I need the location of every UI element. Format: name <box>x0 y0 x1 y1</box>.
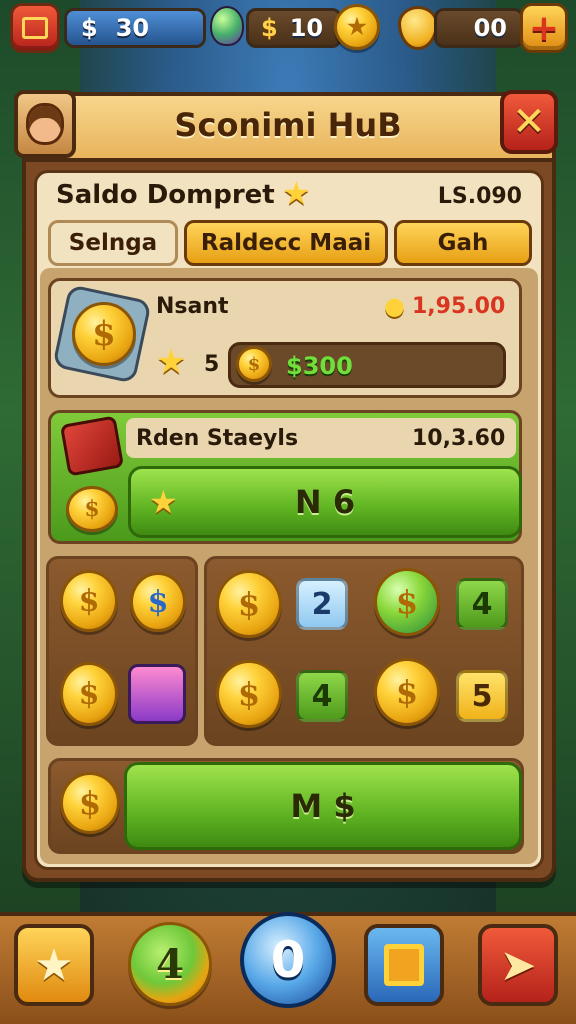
map-icon <box>22 17 48 39</box>
gem-counter: $ 10 <box>246 8 342 48</box>
player-avatar[interactable] <box>14 90 76 158</box>
dollar-coin-icon-2: $ <box>66 486 118 532</box>
purchase-label: M $ <box>290 787 356 825</box>
coin-item-1[interactable]: $ <box>60 570 118 632</box>
offer2-value: 10,3.60 <box>412 426 506 451</box>
nav-coin-button[interactable]: 4 <box>128 922 212 1006</box>
wallet-label: Saldo Dompret <box>56 180 275 210</box>
shield-value: 00 <box>473 14 507 42</box>
close-icon: ✕ <box>512 99 546 145</box>
tab-raldecc-maai[interactable]: Raldecc Maai <box>184 220 388 266</box>
coin-item-3[interactable]: $ <box>60 662 118 726</box>
box-icon <box>384 944 424 986</box>
close-button[interactable]: ✕ <box>500 90 558 154</box>
dollar-coin-icon-3: $ <box>60 772 120 834</box>
treasure-chest-icon[interactable] <box>128 664 186 724</box>
offer-label: Nsant <box>156 294 229 319</box>
count-badge-4a: 4 <box>456 578 508 630</box>
offer2-label: Rden Staeyls <box>136 426 299 451</box>
claim-button-n6[interactable]: ★ N 6 <box>128 466 522 538</box>
wallet-star-icon: ★ <box>282 174 311 212</box>
panel-title: Sconimi HuB <box>174 106 402 144</box>
coin-item-5[interactable]: $ <box>374 568 440 636</box>
gem-value: 10 <box>289 14 324 42</box>
shield-icon <box>398 6 438 50</box>
tab-label: Selnga <box>68 230 158 256</box>
home-icon-button[interactable] <box>10 3 60 53</box>
dollar-coin-icon: $ <box>72 302 136 366</box>
count-badge-2: 2 <box>296 578 348 630</box>
nav-box-button[interactable] <box>364 924 444 1006</box>
coin-item-6[interactable]: $ <box>216 660 282 728</box>
offer-price: 1,95.00 <box>412 294 506 319</box>
crown-coin-icon[interactable]: ★ <box>334 4 380 50</box>
tab-label: Raldecc Maai <box>200 230 372 256</box>
purchase-button[interactable]: M $ <box>124 762 522 850</box>
coin-item-4[interactable]: $ <box>216 570 282 638</box>
plus-icon: + <box>528 7 560 49</box>
wallet-value: LS.090 <box>437 184 522 209</box>
shield-counter: 00 <box>434 8 524 48</box>
offer-amount: $300 <box>286 352 353 380</box>
gem-symbol: $ <box>261 14 278 42</box>
share-star-icon: ➤ <box>499 939 537 991</box>
star-icon: ★ <box>156 342 187 382</box>
coin-item-7[interactable]: $ <box>374 658 440 726</box>
star-count: 5 <box>204 352 220 377</box>
small-coin-icon: $ <box>236 346 272 382</box>
gift-box-icon <box>59 415 125 477</box>
tab-gah[interactable]: Gah <box>394 220 532 266</box>
coin-item-2[interactable]: $ <box>130 572 186 632</box>
nav-center-value: 0 <box>270 931 306 989</box>
claim-label: N 6 <box>294 483 356 521</box>
tab-selnga[interactable]: Selnga <box>48 220 178 266</box>
claim-star-icon: ★ <box>149 483 178 521</box>
cash-symbol: $ <box>81 14 98 42</box>
nav-share-button[interactable]: ➤ <box>478 924 558 1006</box>
cash-counter: $ 30 <box>64 8 206 48</box>
nav-favorites-button[interactable]: ★ <box>14 924 94 1006</box>
top-resource-bar: $ 30 $ 10 ★ 00 + <box>0 0 576 56</box>
star-icon: ★ <box>34 939 74 991</box>
face-icon <box>26 103 64 145</box>
cash-value: 30 <box>115 14 150 42</box>
count-badge-5: 5 <box>456 670 508 722</box>
balloon-icon <box>210 6 244 46</box>
nav-coin-value: 4 <box>156 940 184 988</box>
bulb-icon: ● <box>384 292 405 320</box>
tab-label: Gah <box>437 230 489 256</box>
count-badge-4b: 4 <box>296 670 348 722</box>
add-currency-button[interactable]: + <box>520 3 568 53</box>
nav-center-button[interactable]: 0 <box>240 912 336 1008</box>
